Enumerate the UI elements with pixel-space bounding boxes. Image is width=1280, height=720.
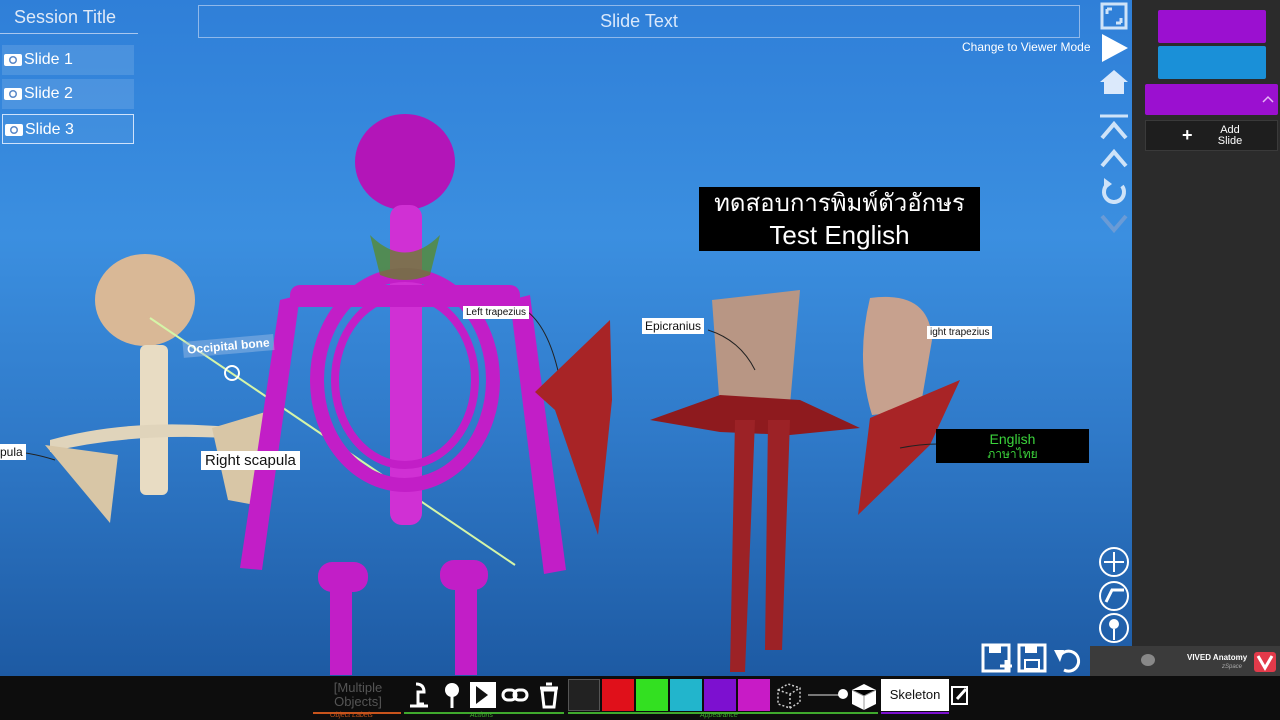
3d-viewport[interactable]: Session Title Slide 1 Slide 2 Slide 3 Sl… [0,0,1132,676]
save-as-icon[interactable] [980,642,1014,676]
english-text-line: Test English [769,220,910,250]
object-selection-label: [Multiple Objects] [315,681,401,709]
color-purple[interactable] [704,679,736,711]
save-icon[interactable] [1016,642,1050,676]
vived-logo-icon [1254,652,1276,672]
camera-icon [4,88,22,100]
opacity-slider-handle[interactable] [838,689,848,699]
section-actions: Actions [470,712,493,719]
slide-item-2[interactable]: Slide 2 [2,79,134,109]
epicranius-label[interactable]: Epicranius [642,318,705,334]
fullscreen-icon[interactable] [1098,0,1130,32]
label-tool-icon[interactable] [404,680,434,710]
chevron-up-icon[interactable] [1262,94,1274,104]
mouse-icon [1141,654,1155,666]
link-icon[interactable] [500,680,530,710]
color-green[interactable] [636,679,668,711]
thai-line: ภาษาไทย [987,447,1038,461]
slide-item-label: Slide 3 [25,121,74,138]
trash-icon[interactable] [534,680,564,710]
slide-thumb-1[interactable] [1158,10,1266,43]
slice-tool-icon[interactable] [1098,580,1130,612]
slide-item-3[interactable]: Slide 3 [2,114,134,144]
right-scapula-label[interactable]: Right scapula [201,451,300,470]
multi-line-1: [Multiple [333,680,383,695]
section-object-labels: Object Labels [330,712,373,719]
solid-cube-icon[interactable] [848,680,878,710]
play-icon[interactable] [1098,32,1130,64]
add-slide-button[interactable]: + Add Slide [1145,120,1278,151]
language-annotation-box[interactable]: English ภาษาไทย [936,429,1089,463]
slide-item-label: Slide 2 [24,85,73,102]
skeleton-button[interactable]: Skeleton [881,679,949,711]
magenta-skeleton-model [240,114,566,675]
pin-icon[interactable] [437,680,467,710]
wireframe-cube-icon[interactable] [774,680,804,710]
thai-text-line: ทดสอบการพิมพ์ตัวอักษร [714,190,965,217]
right-trapezius-label[interactable]: ight trapezius [927,326,993,339]
move-down-icon[interactable] [1098,208,1130,240]
move-top-icon[interactable] [1098,112,1130,144]
add-slide-label-2: Slide [1217,135,1243,147]
color-red[interactable] [602,679,634,711]
camera-icon [5,124,23,136]
slide-item-label: Slide 1 [24,51,73,68]
multi-line-2: Objects] [334,694,382,709]
skull-spine-model [45,254,272,523]
rotate-tool-icon[interactable] [1098,546,1130,578]
color-magenta[interactable] [738,679,770,711]
color-cyan[interactable] [670,679,702,711]
skeleton-underline [881,712,949,714]
slide-item-1[interactable]: Slide 1 [2,45,134,75]
camera-icon [4,54,22,66]
undo-icon[interactable] [1052,642,1086,676]
pin-tool-icon[interactable] [1098,612,1130,644]
edit-icon[interactable] [950,683,970,707]
home-icon[interactable] [1098,66,1130,98]
left-trapezius-label[interactable]: Left trapezius [463,306,530,319]
move-up-icon[interactable] [1098,142,1130,174]
neck-muscle-model [650,290,860,672]
slide-text-field[interactable]: Slide Text [198,5,1080,38]
section-appearance: Appearance [700,712,738,719]
slide-thumb-3[interactable] [1145,84,1278,115]
brand-name: VIVED Anatomy [1187,653,1248,662]
reset-rotation-icon[interactable] [1098,176,1130,208]
change-viewer-mode-label[interactable]: Change to Viewer Mode [962,40,1091,54]
session-title[interactable]: Session Title [0,4,138,34]
cut-tool-icon[interactable] [468,680,498,710]
slide-thumb-2[interactable] [1158,46,1266,79]
brand-sub: zSpace [1222,664,1243,670]
plus-icon: + [1182,125,1193,145]
branding-bar [1090,646,1280,676]
scapula-partial-label[interactable]: pula [0,444,26,460]
english-line: English [989,431,1036,447]
text-annotation-box[interactable]: ทดสอบการพิมพ์ตัวอักษร Test English [699,187,980,251]
color-black[interactable] [568,679,600,711]
